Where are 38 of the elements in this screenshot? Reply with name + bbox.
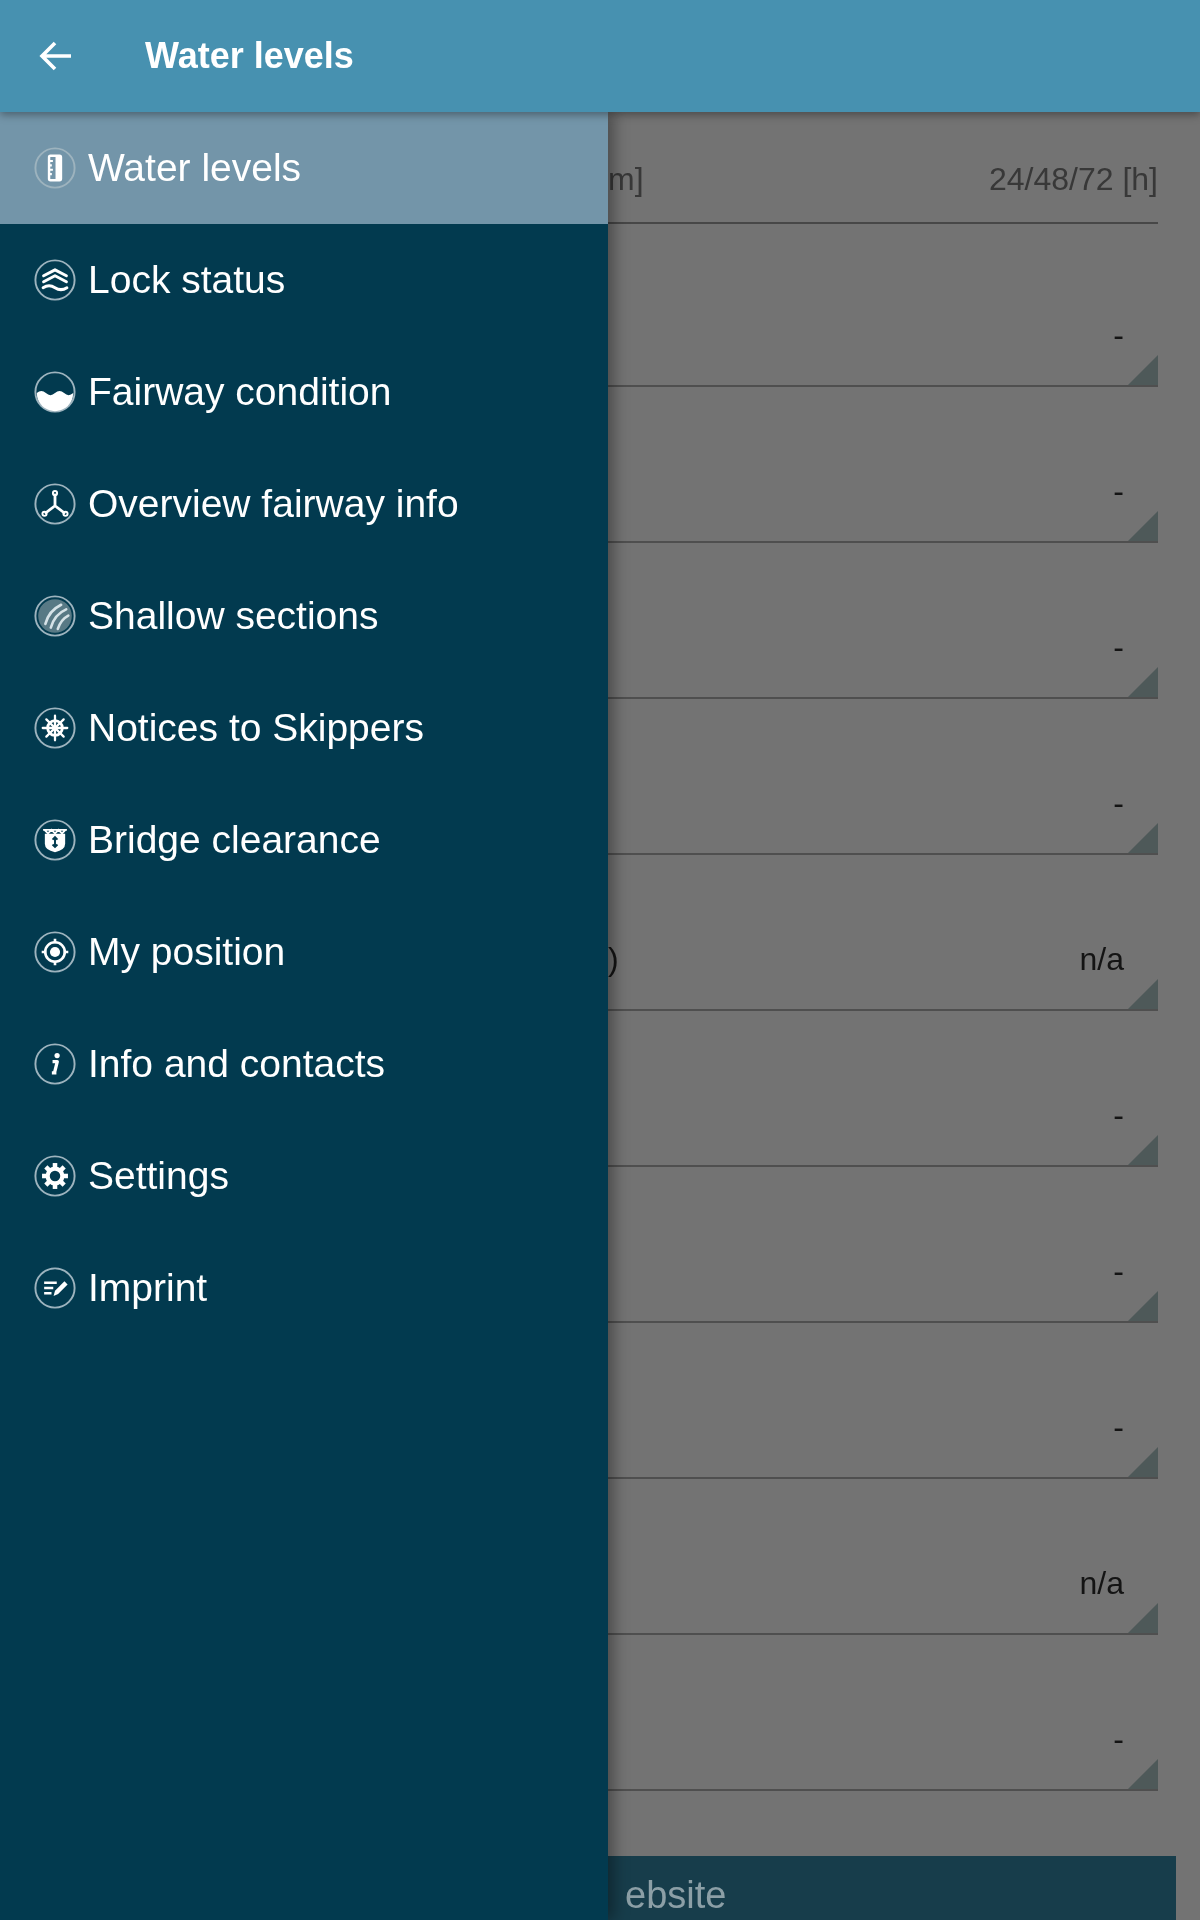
- row-label: ): [608, 941, 619, 978]
- drawer-item[interactable]: Shallow sections: [0, 560, 608, 672]
- dropdown-field[interactable]: -: [1097, 613, 1158, 697]
- dropdown-field[interactable]: -: [1097, 1705, 1158, 1789]
- drawer-item[interactable]: Settings: [0, 1120, 608, 1232]
- back-arrow-icon[interactable]: [39, 40, 73, 72]
- screen-title: Water levels: [145, 34, 354, 78]
- branch-icon: [34, 483, 76, 525]
- dropdown-field[interactable]: -: [1097, 301, 1158, 385]
- settings-icon: [34, 1155, 76, 1197]
- dropdown-field[interactable]: -: [1097, 1393, 1158, 1477]
- dropdown-field[interactable]: -: [1097, 1081, 1158, 1165]
- dropdown-field[interactable]: -: [1097, 457, 1158, 541]
- column-header: 24/48/72 [h]: [988, 161, 1158, 198]
- info-icon: [34, 1043, 76, 1085]
- column-header: m]: [608, 161, 644, 198]
- dropdown-field[interactable]: -: [1097, 769, 1158, 853]
- dropdown-field[interactable]: -: [1097, 1237, 1158, 1321]
- drawer-item[interactable]: Fairway condition: [0, 336, 608, 448]
- ruler-icon: [34, 147, 76, 189]
- drawer-item[interactable]: Info and contacts: [0, 1008, 608, 1120]
- drawer-item[interactable]: Notices to Skippers: [0, 672, 608, 784]
- bridge-icon: [34, 819, 76, 861]
- dropdown-field[interactable]: n/a: [1063, 1549, 1158, 1633]
- striped-circle-icon: [34, 595, 76, 637]
- wave-chevrons-icon: [34, 259, 76, 301]
- ship-wheel-icon: [34, 707, 76, 749]
- water-circle-icon: [34, 371, 76, 413]
- drawer-item[interactable]: Lock status: [0, 224, 608, 336]
- dropdown-field[interactable]: n/a: [1063, 925, 1158, 1009]
- website-button[interactable]: ebsite: [608, 1856, 1176, 1920]
- pencil-icon: [34, 1267, 76, 1309]
- crosshair-icon: [34, 931, 76, 973]
- drawer-item[interactable]: Bridge clearance: [0, 784, 608, 896]
- drawer-item[interactable]: Imprint: [0, 1232, 608, 1344]
- drawer-item[interactable]: Water levels: [0, 112, 608, 224]
- drawer-item[interactable]: Overview fairway info: [0, 448, 608, 560]
- drawer-item[interactable]: My position: [0, 896, 608, 1008]
